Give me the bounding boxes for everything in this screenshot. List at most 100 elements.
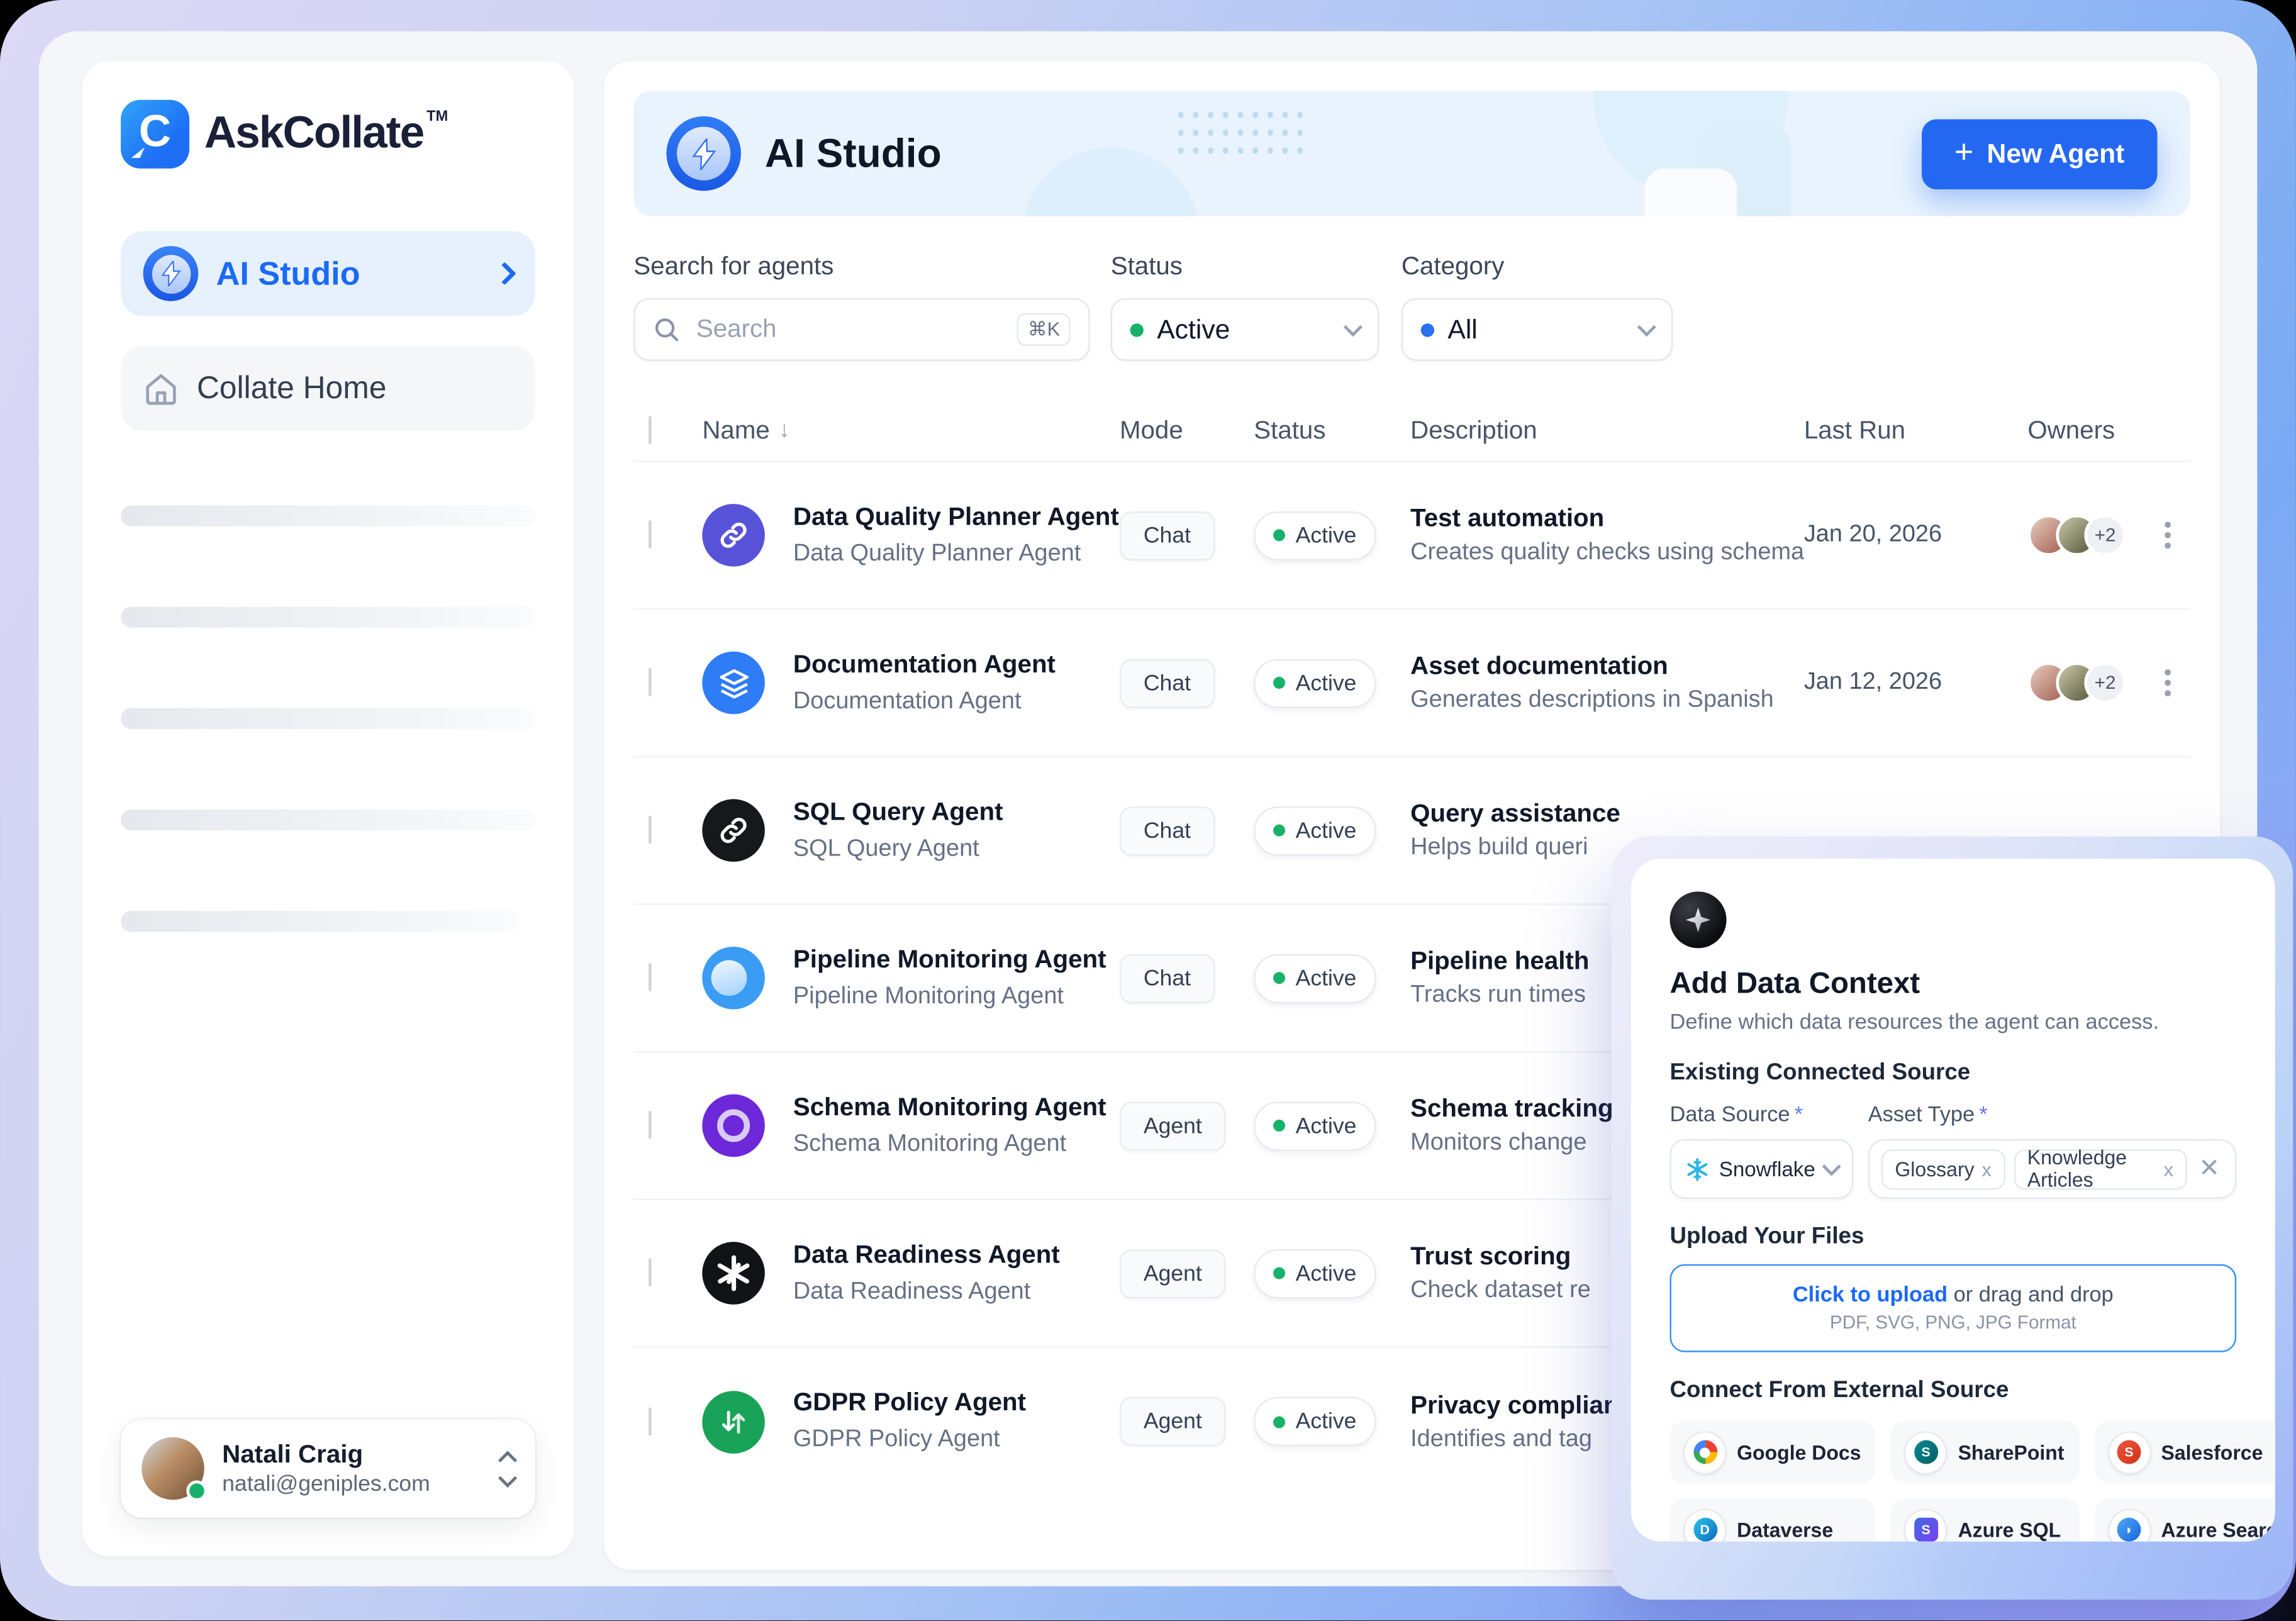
agent-name[interactable]: Documentation Agent	[793, 648, 1056, 681]
user-name: Natali Craig	[222, 1438, 430, 1469]
last-run-date: Jan 20, 2026	[1804, 522, 1942, 547]
asset-type-chip[interactable]: Glossaryx	[1881, 1149, 2005, 1189]
agent-avatar-burst-icon	[702, 1242, 765, 1305]
agent-subtitle: SQL Query Agent	[793, 833, 1003, 865]
sidebar: C AskCollateTM AI Studio	[82, 61, 574, 1556]
row-checkbox[interactable]	[649, 1407, 652, 1435]
chip-remove-icon[interactable]: x	[2164, 1157, 2173, 1180]
row-checkbox[interactable]	[649, 520, 652, 549]
row-checkbox[interactable]	[649, 1258, 652, 1286]
agent-name[interactable]: Data Readiness Agent	[793, 1239, 1060, 1271]
decor-rect	[1644, 169, 1737, 216]
column-header-owners: Owners	[2027, 415, 2145, 445]
last-run-date: Jan 12, 2026	[1804, 669, 1942, 694]
arrows-icon	[718, 1407, 748, 1436]
asset-type-field[interactable]: GlossaryxKnowledge Articlesx ✕	[1868, 1139, 2236, 1199]
mode-pill: Agent	[1120, 1101, 1226, 1150]
search-field[interactable]: ⌘K	[633, 298, 1089, 361]
connect-source-google-docs-button[interactable]: Google Docs	[1670, 1421, 1876, 1484]
new-agent-button[interactable]: + New Agent	[1922, 118, 2158, 188]
mode-pill: Chat	[1120, 954, 1215, 1003]
connect-source-azure-sql-button[interactable]: SAzure SQL	[1891, 1498, 2079, 1542]
row-checkbox[interactable]	[649, 963, 652, 991]
agent-name[interactable]: SQL Query Agent	[793, 796, 1003, 828]
agent-name[interactable]: Data Quality Planner Agent	[793, 501, 1119, 533]
mode-pill: Agent	[1120, 1249, 1226, 1298]
agent-avatar-arrows-icon	[702, 1390, 765, 1453]
active-dot	[1273, 1120, 1285, 1132]
label-text: Asset Type	[1868, 1103, 1975, 1127]
upload-heading: Upload Your Files	[1670, 1224, 2237, 1251]
row-checkbox[interactable]	[649, 815, 652, 844]
snowflake-icon	[1685, 1156, 1710, 1181]
account-switcher-icon[interactable]	[501, 1453, 514, 1485]
source-label: Google Docs	[1737, 1441, 1861, 1464]
sidebar-item-collate-home[interactable]: Collate Home	[121, 346, 535, 431]
brand-glyph	[1693, 1440, 1717, 1464]
chip-remove-icon[interactable]: x	[1981, 1157, 1991, 1180]
home-icon	[143, 370, 179, 406]
user-profile-card[interactable]: Natali Craig natali@geniples.com	[121, 1419, 535, 1517]
agent-name[interactable]: Schema Monitoring Agent	[793, 1091, 1106, 1123]
status-text: Active	[1296, 1409, 1357, 1434]
search-input[interactable]	[693, 313, 1004, 346]
label-text: Data Source	[1670, 1103, 1790, 1127]
agent-name[interactable]: Pipeline Monitoring Agent	[793, 943, 1106, 976]
owners-more-badge: +2	[2084, 515, 2126, 556]
click-to-upload-link[interactable]: Click to upload	[1793, 1284, 1948, 1308]
mode-pill: Chat	[1120, 658, 1215, 707]
plus-icon: +	[1954, 133, 1973, 172]
brand-glyph: S	[2117, 1440, 2141, 1464]
row-menu-icon[interactable]	[2146, 516, 2190, 554]
row-menu-icon[interactable]	[2146, 664, 2190, 701]
file-upload-dropzone[interactable]: Click to upload or drag and drop PDF, SV…	[1670, 1264, 2237, 1352]
connect-source-salesforce-button[interactable]: SSalesforce	[2094, 1421, 2275, 1484]
dataverse-icon: D	[1685, 1510, 1725, 1542]
select-all-checkbox[interactable]	[649, 415, 652, 443]
category-select[interactable]: All	[1402, 298, 1673, 361]
status-badge: Active	[1254, 1249, 1376, 1298]
modal-subtitle: Define which data resources the agent ca…	[1670, 1011, 2237, 1035]
agent-avatar-link-icon	[702, 799, 765, 862]
connect-source-dataverse-button[interactable]: DDataverse	[1670, 1498, 1876, 1542]
user-email: natali@geniples.com	[222, 1470, 430, 1499]
sidebar-item-ai-studio[interactable]: AI Studio	[121, 231, 535, 316]
agent-subtitle: Pipeline Monitoring Agent	[793, 981, 1106, 1013]
column-label: Last Run	[1804, 415, 1905, 445]
status-dot	[1130, 323, 1144, 336]
agent-name[interactable]: GDPR Policy Agent	[793, 1387, 1026, 1420]
connect-source-sharepoint-button[interactable]: SSharePoint	[1891, 1421, 2079, 1484]
clear-all-icon[interactable]: ✕	[2196, 1154, 2223, 1183]
data-source-select[interactable]: Snowflake	[1670, 1139, 1854, 1199]
asset-type-chip[interactable]: Knowledge Articlesx	[2014, 1149, 2187, 1189]
status-text: Active	[1296, 818, 1357, 843]
status-text: Active	[1296, 523, 1357, 548]
agent-subtitle: Data Quality Planner Agent	[793, 538, 1119, 570]
column-header-name[interactable]: Name ↓	[702, 415, 1120, 445]
description-title: Query assistance	[1410, 799, 1804, 828]
azure-sql-icon: S	[1906, 1510, 1946, 1542]
brand-trademark: TM	[426, 109, 448, 125]
status-select[interactable]: Active	[1111, 298, 1379, 361]
existing-source-fields: Snowflake GlossaryxKnowledge Articlesx ✕	[1670, 1139, 2237, 1199]
sidebar-item-label: AI Studio	[216, 254, 360, 293]
source-label: Azure Search	[2161, 1518, 2275, 1541]
brand-name-wrap: AskCollateTM	[204, 100, 449, 169]
brand-glyph: D	[1693, 1518, 1717, 1542]
page-header-banner: AI Studio + New Agent	[633, 91, 2190, 216]
active-dot	[1273, 1267, 1285, 1279]
user-avatar	[142, 1437, 204, 1500]
active-dot	[1273, 529, 1285, 541]
description-title: Asset documentation	[1410, 652, 1804, 681]
category-filter-group: Category All	[1402, 252, 1673, 361]
external-source-grid: Google DocsSSharePointSSalesforceDDatave…	[1670, 1421, 2237, 1542]
table-row[interactable]: Data Quality Planner Agent Data Quality P…	[633, 462, 2190, 610]
row-checkbox[interactable]	[649, 668, 652, 696]
row-checkbox[interactable]	[649, 1111, 652, 1139]
agent-avatar-link-icon	[702, 504, 765, 567]
connect-source-azure-search-button[interactable]: ◗Azure Search	[2094, 1498, 2275, 1542]
table-row[interactable]: Documentation AgentDocumentation AgentCh…	[633, 610, 2190, 757]
user-identity: Natali Craig natali@geniples.com	[222, 1438, 430, 1499]
burst-icon	[716, 1256, 752, 1291]
status-text: Active	[1296, 670, 1357, 695]
